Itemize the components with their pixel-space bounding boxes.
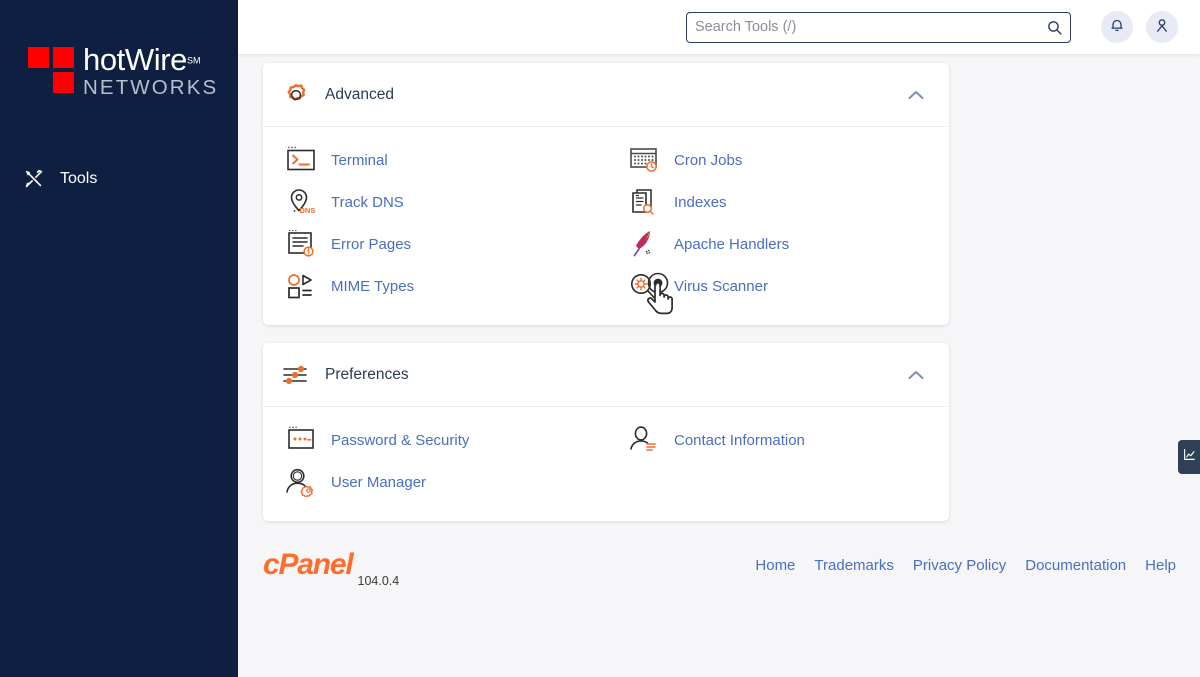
user-gear-icon	[281, 465, 321, 499]
search-icon[interactable]	[1044, 17, 1065, 38]
virus-magnifier-icon	[624, 269, 664, 303]
cpanel-logo: cPanel	[263, 548, 354, 581]
document-search-icon	[624, 185, 664, 219]
footer-link-documentation[interactable]: Documentation	[1025, 557, 1126, 574]
tool-cron-jobs-label: Cron Jobs	[674, 151, 743, 169]
tool-password-security[interactable]: Password & Security	[263, 419, 606, 461]
footer-link-trademarks[interactable]: Trademarks	[814, 557, 893, 574]
bell-icon	[1109, 17, 1125, 37]
tool-virus-scanner[interactable]: Virus Scanner	[606, 265, 949, 307]
sidebar-item-tools-label: Tools	[60, 169, 98, 187]
search-input[interactable]	[686, 11, 1071, 43]
footer-link-privacy-policy[interactable]: Privacy Policy	[913, 557, 1006, 574]
section-advanced: Advanced Terminal Cron Jobs DNS Track DN…	[263, 63, 949, 325]
footer-link-help[interactable]: Help	[1145, 557, 1176, 574]
tool-indexes[interactable]: Indexes	[606, 181, 949, 223]
footer-link-home[interactable]: Home	[755, 557, 795, 574]
statistics-panel-tab[interactable]	[1178, 440, 1200, 474]
section-advanced-title: Advanced	[325, 85, 394, 103]
tool-error-pages[interactable]: Error Pages	[263, 223, 606, 265]
page-footer: cPanel 104.0.4 Home Trademarks Privacy P…	[238, 539, 1200, 591]
tool-error-pages-label: Error Pages	[331, 235, 412, 253]
section-preferences: Preferences Password & Security Contact …	[263, 343, 949, 521]
section-preferences-header[interactable]: Preferences	[263, 343, 949, 407]
gear-icon	[281, 80, 311, 110]
top-bar	[238, 0, 1200, 54]
brand-service-mark: SM	[187, 55, 201, 66]
section-preferences-title: Preferences	[325, 365, 409, 383]
chevron-up-icon[interactable]	[905, 364, 927, 386]
cpanel-version: 104.0.4	[357, 574, 400, 588]
user-icon	[1154, 17, 1170, 37]
tool-cron-jobs[interactable]: Cron Jobs	[606, 139, 949, 181]
calendar-clock-icon	[624, 143, 664, 177]
section-advanced-tools: Terminal Cron Jobs DNS Track DNS Indexes…	[263, 127, 949, 325]
contact-person-icon	[624, 423, 664, 457]
section-preferences-tools: Password & Security Contact Information	[263, 407, 949, 521]
dns-pin-icon: DNS	[281, 185, 321, 219]
tool-virus-scanner-label: Virus Scanner	[674, 277, 768, 295]
application-window: hotWireSM NETWORKS Tools Search Tools (/…	[0, 0, 1200, 677]
sidebar: hotWireSM NETWORKS Tools	[0, 0, 238, 677]
logo-square-bottom-right	[53, 72, 74, 93]
brand-logo[interactable]: hotWireSM NETWORKS	[0, 0, 238, 99]
notifications-button[interactable]	[1101, 11, 1133, 43]
sidebar-nav: Tools	[0, 158, 238, 200]
tool-indexes-label: Indexes	[674, 193, 727, 211]
sliders-icon	[281, 360, 311, 390]
content-scroll-area: Advanced Terminal Cron Jobs DNS Track DN…	[238, 54, 1200, 677]
terminal-icon	[281, 143, 321, 177]
sidebar-item-tools[interactable]: Tools	[0, 158, 238, 200]
tool-terminal[interactable]: Terminal	[263, 139, 606, 181]
mime-shapes-icon	[281, 269, 321, 303]
tool-track-dns-label: Track DNS	[331, 193, 404, 211]
statistics-chart-icon	[1183, 448, 1196, 466]
apache-feather-icon	[624, 227, 664, 261]
tool-apache-handlers[interactable]: Apache Handlers	[606, 223, 949, 265]
tool-contact-information-label: Contact Information	[674, 431, 805, 449]
main-area: Advanced	[238, 0, 1200, 677]
footer-links: Home Trademarks Privacy Policy Documenta…	[755, 557, 1176, 574]
logo-square-top-right	[53, 47, 74, 68]
section-advanced-header[interactable]: Advanced	[263, 63, 949, 127]
brand-name-secondary: NETWORKS	[83, 76, 219, 99]
tool-track-dns[interactable]: DNS Track DNS	[263, 181, 606, 223]
brand-wordmark: hotWireSM NETWORKS	[83, 44, 218, 99]
tool-mime-types-label: MIME Types	[331, 277, 415, 295]
tool-terminal-label: Terminal	[331, 151, 388, 169]
tool-user-manager-label: User Manager	[331, 473, 427, 491]
error-document-icon	[281, 227, 321, 261]
chevron-up-icon[interactable]	[905, 84, 927, 106]
hotwire-logo-mark	[28, 47, 74, 93]
search-box	[686, 11, 1071, 43]
tool-contact-information[interactable]: Contact Information	[606, 419, 949, 461]
tool-apache-handlers-label: Apache Handlers	[674, 235, 790, 253]
tool-user-manager[interactable]: User Manager	[263, 461, 606, 503]
tool-mime-types[interactable]: MIME Types	[263, 265, 606, 307]
password-window-icon	[281, 423, 321, 457]
svg-text:DNS: DNS	[300, 206, 316, 215]
tools-icon	[22, 167, 46, 191]
brand-name-primary: hotWire	[83, 42, 188, 77]
tool-password-security-label: Password & Security	[331, 431, 470, 449]
logo-square-top-left	[28, 47, 49, 68]
account-button[interactable]	[1146, 11, 1178, 43]
